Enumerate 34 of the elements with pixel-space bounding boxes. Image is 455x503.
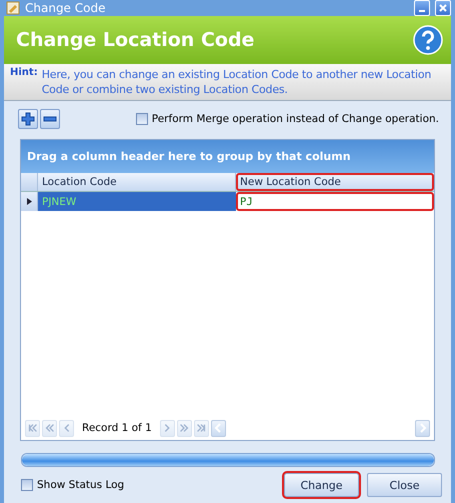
add-button[interactable] <box>18 109 38 129</box>
window-title: Change Code <box>25 1 106 15</box>
hint-text: Here, you can change an existing Location Code to another new Location Code or combine two existing Location Codes. <box>42 67 432 97</box>
merge-label: Perform Merge operation instead of Change operation. <box>152 113 439 125</box>
column-header[interactable]: New Location Code <box>236 173 434 191</box>
merge-checkbox[interactable] <box>136 113 148 125</box>
minus-icon <box>43 116 57 122</box>
close-button[interactable] <box>435 0 451 16</box>
chevron-icon <box>44 422 56 434</box>
chevron-icon <box>418 423 428 433</box>
close-icon <box>439 4 447 12</box>
column-header[interactable]: Location Code <box>38 173 236 191</box>
minimize-button[interactable] <box>414 0 430 16</box>
status-log-label: Show Status Log <box>37 479 124 491</box>
group-panel: Drag a column header here to group by that column <box>21 140 434 173</box>
chevron-icon <box>178 422 190 434</box>
app-icon <box>6 1 20 15</box>
scroll-right-button[interactable] <box>415 420 430 436</box>
chevron-icon <box>195 422 208 434</box>
chevron-icon <box>213 423 224 433</box>
plus-icon <box>21 112 35 126</box>
dialog-button[interactable]: Change <box>284 473 359 497</box>
hint-label: Hint: <box>10 67 38 80</box>
scroll-left-button[interactable] <box>210 420 226 436</box>
header-corner <box>21 173 38 191</box>
remove-button[interactable] <box>40 109 60 129</box>
table-cell: PJNEW <box>38 192 236 211</box>
chevron-icon <box>26 422 38 434</box>
status-log-checkbox[interactable] <box>21 479 33 491</box>
record-counter: Record 1 of 1 <box>81 422 153 434</box>
help-icon[interactable] <box>413 25 443 55</box>
dialog-title: Change Location Code <box>16 29 256 51</box>
cell-editor[interactable]: PJ <box>236 192 434 211</box>
dialog-button[interactable]: Close <box>367 473 442 497</box>
